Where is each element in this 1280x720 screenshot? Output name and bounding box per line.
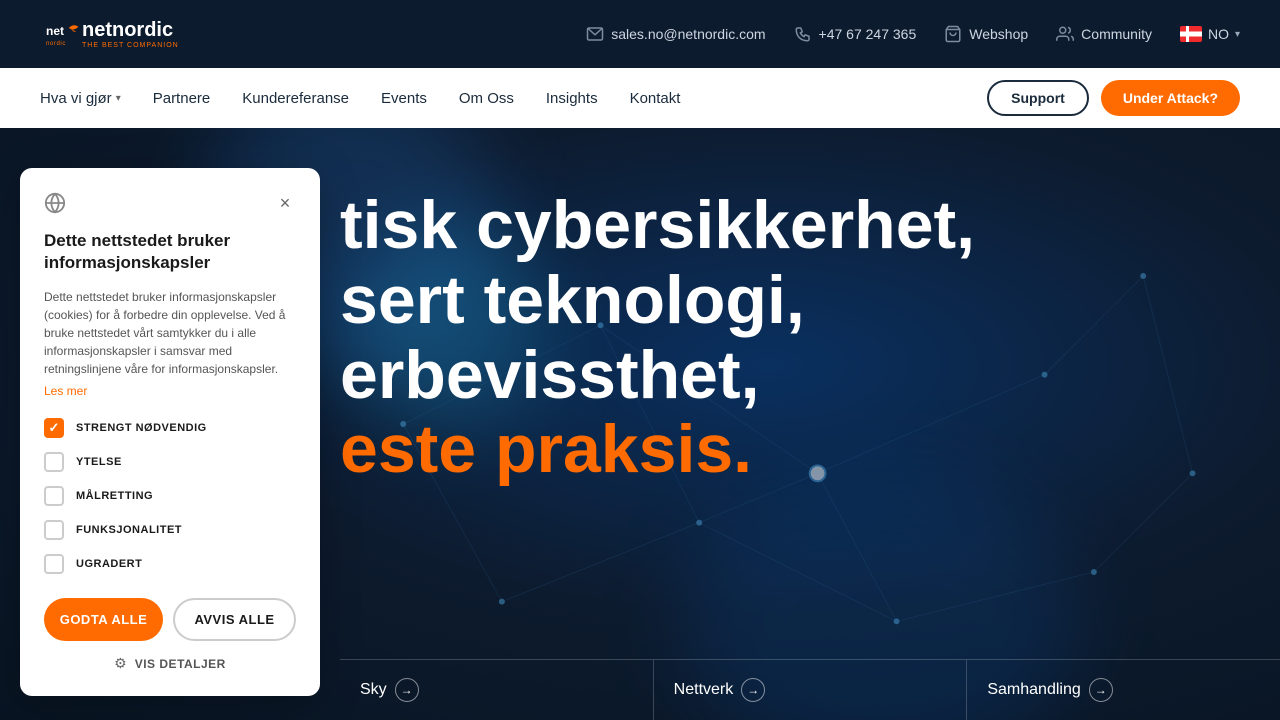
checkbox-row-ytelse: YTELSE xyxy=(44,452,296,472)
under-attack-button[interactable]: Under Attack? xyxy=(1101,80,1240,116)
checkbox-row-strengt: STRENGT NØDVENDIG xyxy=(44,418,296,438)
hero-line-1: tisk cybersikkerhet, xyxy=(340,188,1240,263)
nettverk-arrow-icon: → xyxy=(741,678,765,702)
nav-partnere[interactable]: Partnere xyxy=(153,90,211,107)
bag-icon xyxy=(944,25,962,43)
checkbox-ytelse-label: YTELSE xyxy=(76,456,122,468)
email-link[interactable]: sales.no@netnordic.com xyxy=(586,25,765,43)
nav-bar: Hva vi gjør ▾ Partnere Kundereferanse Ev… xyxy=(0,68,1280,128)
checkbox-malretting-label: MÅLRETTING xyxy=(76,490,153,502)
cookie-body: Dette nettstedet bruker informasjonskaps… xyxy=(44,288,296,378)
modal-buttons: GODTA ALLE AVVIS ALLE xyxy=(44,598,296,641)
checkbox-strengt-label: STRENGT NØDVENDIG xyxy=(76,422,207,434)
cookie-modal: × Dette nettstedet bruker informasjonska… xyxy=(20,168,320,696)
community-icon xyxy=(1056,25,1074,43)
phone-text: +47 67 247 365 xyxy=(819,26,917,42)
nav-events[interactable]: Events xyxy=(381,90,427,107)
checkbox-ugradert-label: UGRADERT xyxy=(76,558,142,570)
checkbox-row-ugradert: UGRADERT xyxy=(44,554,296,574)
nav-kontakt[interactable]: Kontakt xyxy=(630,90,681,107)
nav-partnere-label: Partnere xyxy=(153,90,211,107)
email-text: sales.no@netnordic.com xyxy=(611,26,765,42)
nav-kontakt-label: Kontakt xyxy=(630,90,681,107)
nav-links: Hva vi gjør ▾ Partnere Kundereferanse Ev… xyxy=(40,90,680,107)
checkbox-group: STRENGT NØDVENDIG YTELSE MÅLRETTING FUNK… xyxy=(44,418,296,574)
nav-insights-label: Insights xyxy=(546,90,598,107)
sky-arrow-icon: → xyxy=(395,678,419,702)
category-sky[interactable]: Sky → xyxy=(340,660,654,720)
top-bar: net nordic netnordic THE BEST COMPANION … xyxy=(0,0,1280,68)
close-icon[interactable]: × xyxy=(274,192,296,214)
logo-text: netnordic xyxy=(82,19,173,41)
samhandling-arrow-icon: → xyxy=(1089,678,1113,702)
nav-om-oss-label: Om Oss xyxy=(459,90,514,107)
webshop-text: Webshop xyxy=(969,26,1028,42)
category-nettverk[interactable]: Nettverk → xyxy=(654,660,968,720)
checkbox-funksjonalitet-label: FUNKSJONALITET xyxy=(76,524,182,536)
hero-title: tisk cybersikkerhet, sert teknologi, erb… xyxy=(340,188,1240,487)
webshop-link[interactable]: Webshop xyxy=(944,25,1028,43)
cookie-details-link[interactable]: ⚙ VIS DETALJER xyxy=(44,655,296,672)
hero-line-2: sert teknologi, xyxy=(340,263,1240,338)
chevron-down-icon: ▾ xyxy=(1235,29,1240,40)
nav-hva-vi-gjor[interactable]: Hva vi gjør ▾ xyxy=(40,90,121,107)
nav-events-label: Events xyxy=(381,90,427,107)
flag-icon xyxy=(1180,26,1202,42)
checkbox-funksjonalitet[interactable] xyxy=(44,520,64,540)
nav-insights[interactable]: Insights xyxy=(546,90,598,107)
hero-line-4: este praksis. xyxy=(340,412,1240,487)
checkbox-row-malretting: MÅLRETTING xyxy=(44,486,296,506)
nav-kundereferanse-label: Kundereferanse xyxy=(242,90,349,107)
category-nettverk-label: Nettverk xyxy=(674,681,734,699)
hero-categories: Sky → Nettverk → Samhandling → xyxy=(340,659,1280,720)
support-button[interactable]: Support xyxy=(987,80,1089,116)
globe-icon xyxy=(44,192,66,214)
svg-text:nordic: nordic xyxy=(46,41,66,47)
logo-subtext: THE BEST COMPANION xyxy=(82,42,179,49)
checkbox-row-funksjonalitet: FUNKSJONALITET xyxy=(44,520,296,540)
checkbox-malretting[interactable] xyxy=(44,486,64,506)
lang-text: NO xyxy=(1208,26,1229,42)
category-samhandling[interactable]: Samhandling → xyxy=(967,660,1280,720)
checkbox-ugradert[interactable] xyxy=(44,554,64,574)
phone-icon xyxy=(794,25,812,43)
gear-icon: ⚙ xyxy=(114,655,127,672)
phone-link[interactable]: +47 67 247 365 xyxy=(794,25,917,43)
top-links: sales.no@netnordic.com +47 67 247 365 We… xyxy=(586,25,1240,43)
category-samhandling-label: Samhandling xyxy=(987,681,1080,699)
nav-kundereferanse[interactable]: Kundereferanse xyxy=(242,90,349,107)
lang-selector[interactable]: NO ▾ xyxy=(1180,26,1240,42)
reject-all-button[interactable]: AVVIS ALLE xyxy=(173,598,296,641)
logo-icon: net nordic xyxy=(46,16,82,52)
logo[interactable]: net nordic netnordic THE BEST COMPANION xyxy=(40,16,179,52)
checkbox-strengt-nodvendig[interactable] xyxy=(44,418,64,438)
accept-all-button[interactable]: GODTA ALLE xyxy=(44,598,163,641)
hero-line-3: erbevissthet, xyxy=(340,338,1240,413)
category-sky-label: Sky xyxy=(360,681,387,699)
nav-buttons: Support Under Attack? xyxy=(987,80,1240,116)
cookie-details-label: VIS DETALJER xyxy=(135,657,226,671)
checkbox-ytelse[interactable] xyxy=(44,452,64,472)
cookie-title: Dette nettstedet bruker informasjonskaps… xyxy=(44,230,296,274)
email-icon xyxy=(586,25,604,43)
hero-text: tisk cybersikkerhet, sert teknologi, erb… xyxy=(340,188,1240,487)
community-link[interactable]: Community xyxy=(1056,25,1152,43)
community-text: Community xyxy=(1081,26,1152,42)
svg-text:net: net xyxy=(46,24,64,38)
nav-hva-vi-gjor-label: Hva vi gjør xyxy=(40,90,112,107)
nav-om-oss[interactable]: Om Oss xyxy=(459,90,514,107)
chevron-down-icon: ▾ xyxy=(116,93,121,104)
read-more-link[interactable]: Les mer xyxy=(44,384,296,398)
cookie-modal-header: × xyxy=(44,192,296,214)
